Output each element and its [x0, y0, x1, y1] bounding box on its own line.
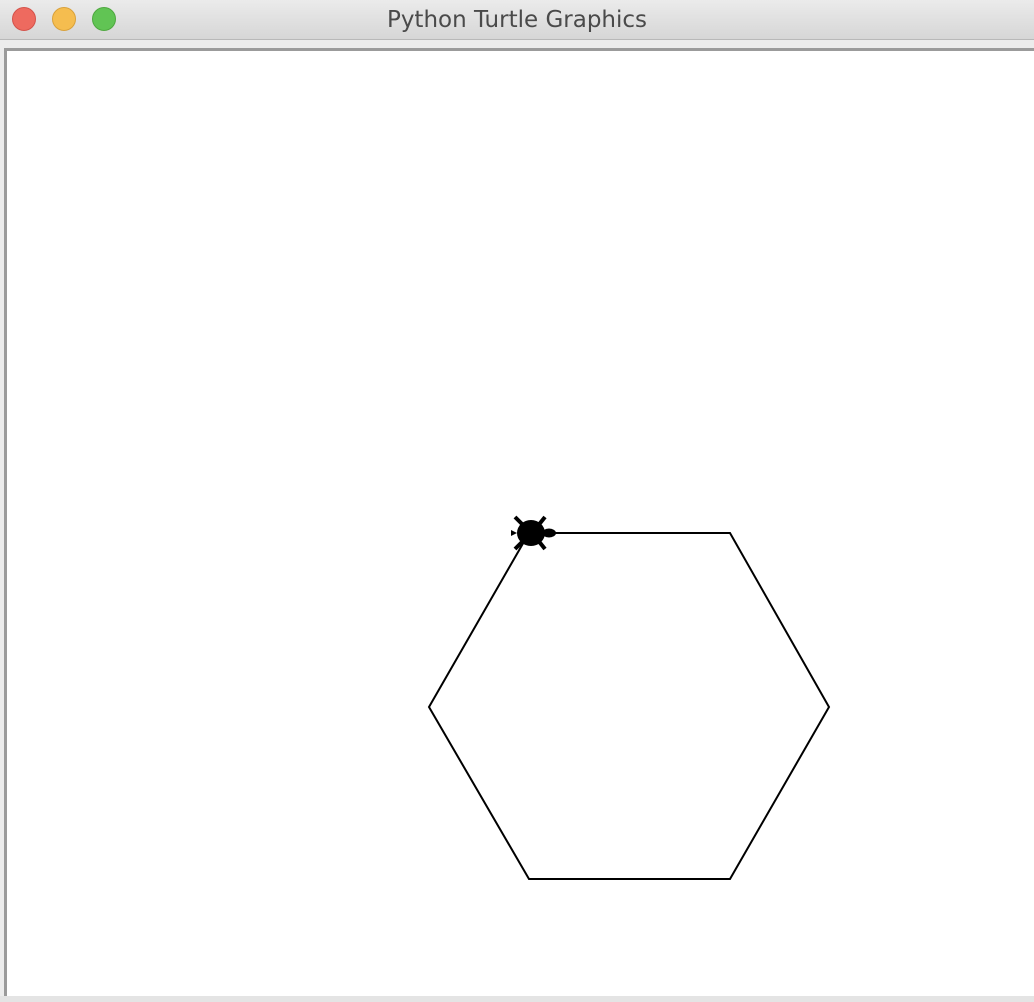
turtle-icon	[511, 515, 556, 551]
title-bar[interactable]: Python Turtle Graphics	[0, 0, 1034, 40]
turtle-canvas-frame	[4, 48, 1034, 996]
window-bottom-edge	[0, 996, 1034, 1002]
turtle-window: Python Turtle Graphics	[0, 0, 1034, 1002]
window-title: Python Turtle Graphics	[386, 7, 648, 33]
turtle-canvas[interactable]	[7, 51, 1034, 996]
hexagon-path	[427, 532, 831, 880]
